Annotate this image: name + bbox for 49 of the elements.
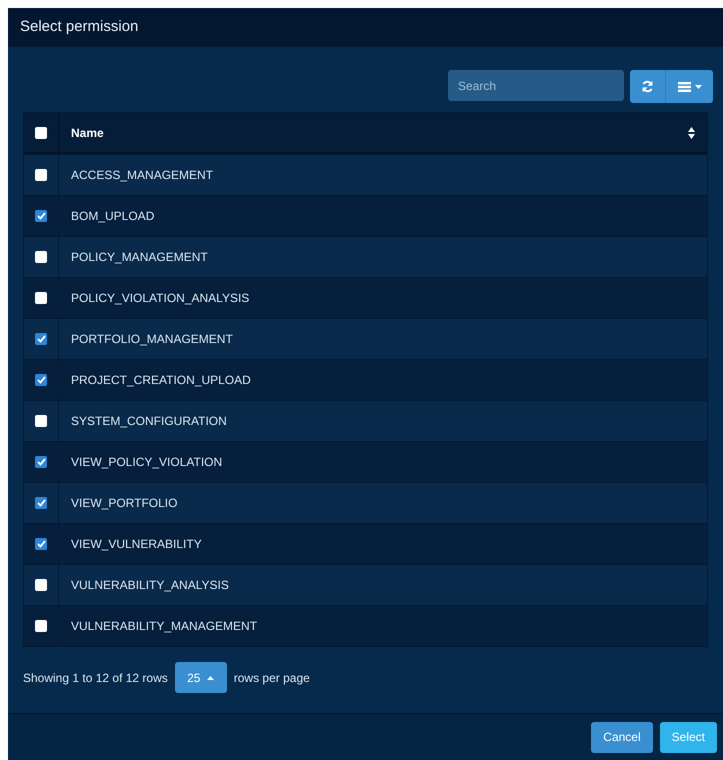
checkbox[interactable] — [35, 169, 47, 181]
permission-name: VIEW_VULNERABILITY — [71, 536, 202, 553]
column-header[interactable]: Name — [71, 124, 104, 142]
dialog-title: Select permission — [20, 17, 138, 38]
rows-per-page-label: rows per page — [234, 670, 310, 686]
checkbox[interactable] — [35, 415, 47, 427]
pagination-summary: Showing 1 to 12 of 12 rows — [23, 670, 168, 686]
permission-name: VULNERABILITY_ANALYSIS — [71, 577, 229, 594]
table-row[interactable]: POLICY_VIOLATION_ANALYSIS — [24, 277, 707, 318]
table-row[interactable]: POLICY_MANAGEMENT — [24, 236, 707, 277]
permission-name: PORTFOLIO_MANAGEMENT — [71, 331, 233, 348]
permission-name: PROJECT_CREATION_UPLOAD — [71, 372, 251, 389]
list-icon — [678, 82, 690, 92]
table-row[interactable]: PORTFOLIO_MANAGEMENT — [24, 318, 707, 359]
checkbox[interactable] — [35, 579, 47, 591]
sort-icon[interactable] — [688, 126, 695, 138]
table-row[interactable]: VIEW_VULNERABILITY — [24, 523, 707, 564]
checkbox[interactable] — [35, 126, 47, 138]
permission-name: POLICY_MANAGEMENT — [71, 249, 208, 266]
checkbox[interactable] — [35, 374, 47, 386]
checkbox[interactable] — [35, 456, 47, 468]
checkbox[interactable] — [35, 292, 47, 304]
caret-icon — [694, 84, 702, 88]
table-row[interactable]: VIEW_POLICY_VIOLATION — [24, 441, 707, 482]
permission-name: POLICY_VIOLATION_ANALYSIS — [71, 290, 250, 307]
search-field[interactable]: Search — [448, 70, 624, 101]
permission-name: VULNERABILITY_MANAGEMENT — [71, 618, 258, 635]
table-row[interactable]: BOM_UPLOAD — [24, 195, 707, 236]
checkbox[interactable] — [35, 620, 47, 632]
permission-name: VIEW_PORTFOLIO — [71, 495, 178, 512]
permission-name: ACCESS_MANAGEMENT — [71, 167, 214, 184]
permission-name: VIEW_POLICY_VIOLATION — [71, 454, 222, 471]
table-row[interactable]: VULNERABILITY_ANALYSIS — [24, 564, 707, 605]
checkbox[interactable] — [35, 210, 47, 222]
checkbox[interactable] — [35, 538, 47, 550]
table-row[interactable]: SYSTEM_CONFIGURATION — [24, 400, 707, 441]
checkbox[interactable] — [35, 251, 47, 263]
caret-up-icon — [207, 676, 214, 680]
table-row[interactable]: VIEW_PORTFOLIO — [24, 482, 707, 523]
permission-name: BOM_UPLOAD — [71, 208, 154, 225]
refresh-icon — [641, 80, 654, 93]
permission-name: SYSTEM_CONFIGURATION — [71, 413, 227, 430]
refresh-button[interactable] — [630, 70, 666, 103]
checkbox[interactable] — [35, 333, 47, 345]
table-row[interactable]: VULNERABILITY_MANAGEMENT — [24, 605, 707, 646]
table-row[interactable]: PROJECT_CREATION_UPLOAD — [24, 359, 707, 400]
table-row[interactable]: ACCESS_MANAGEMENT — [24, 154, 707, 195]
columns-button[interactable] — [666, 70, 713, 103]
checkbox[interactable] — [35, 497, 47, 509]
